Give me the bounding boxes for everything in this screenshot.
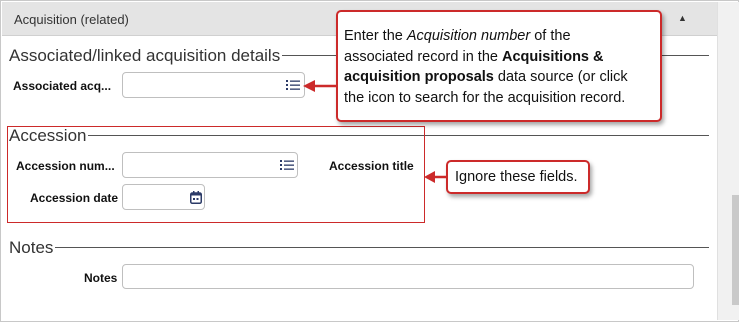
instruction-callout: Enter the Acquisition number of the asso… — [336, 10, 662, 122]
ignore-callout: Ignore these fields. — [446, 160, 590, 194]
callout-text: the icon to search for the acquisition r… — [344, 89, 626, 106]
section-title: Acquisition (related) — [14, 12, 129, 27]
ignore-callout-text: Ignore these fields. — [455, 169, 578, 185]
callout-text: Enter the — [344, 28, 407, 44]
scrollbar-thumb[interactable] — [732, 195, 739, 305]
callout-text: associated record in the — [344, 48, 502, 65]
associated-acq-input[interactable] — [122, 72, 305, 98]
associated-group-title: Associated/linked acquisition details — [9, 46, 283, 66]
ignore-arrow-icon — [424, 171, 448, 183]
callout-arrow-icon — [303, 80, 337, 92]
callout-text-italic: Acquisition number — [406, 28, 531, 44]
callout-text: data source (or click — [493, 69, 628, 85]
notes-group-title: Notes — [9, 238, 56, 258]
callout-text-bold: acquisition proposals — [344, 69, 494, 85]
accession-highlight-box — [7, 126, 425, 223]
list-lookup-icon[interactable] — [286, 79, 300, 91]
callout-text-bold: Acquisitions & — [501, 48, 604, 65]
notes-input[interactable] — [122, 264, 694, 289]
group-divider — [9, 247, 709, 248]
collapse-triangle-icon[interactable]: ▲ — [678, 13, 687, 23]
associated-acq-label: Associated acq... — [13, 79, 112, 93]
notes-label: Notes — [84, 271, 118, 285]
callout-text: of the — [530, 28, 571, 44]
